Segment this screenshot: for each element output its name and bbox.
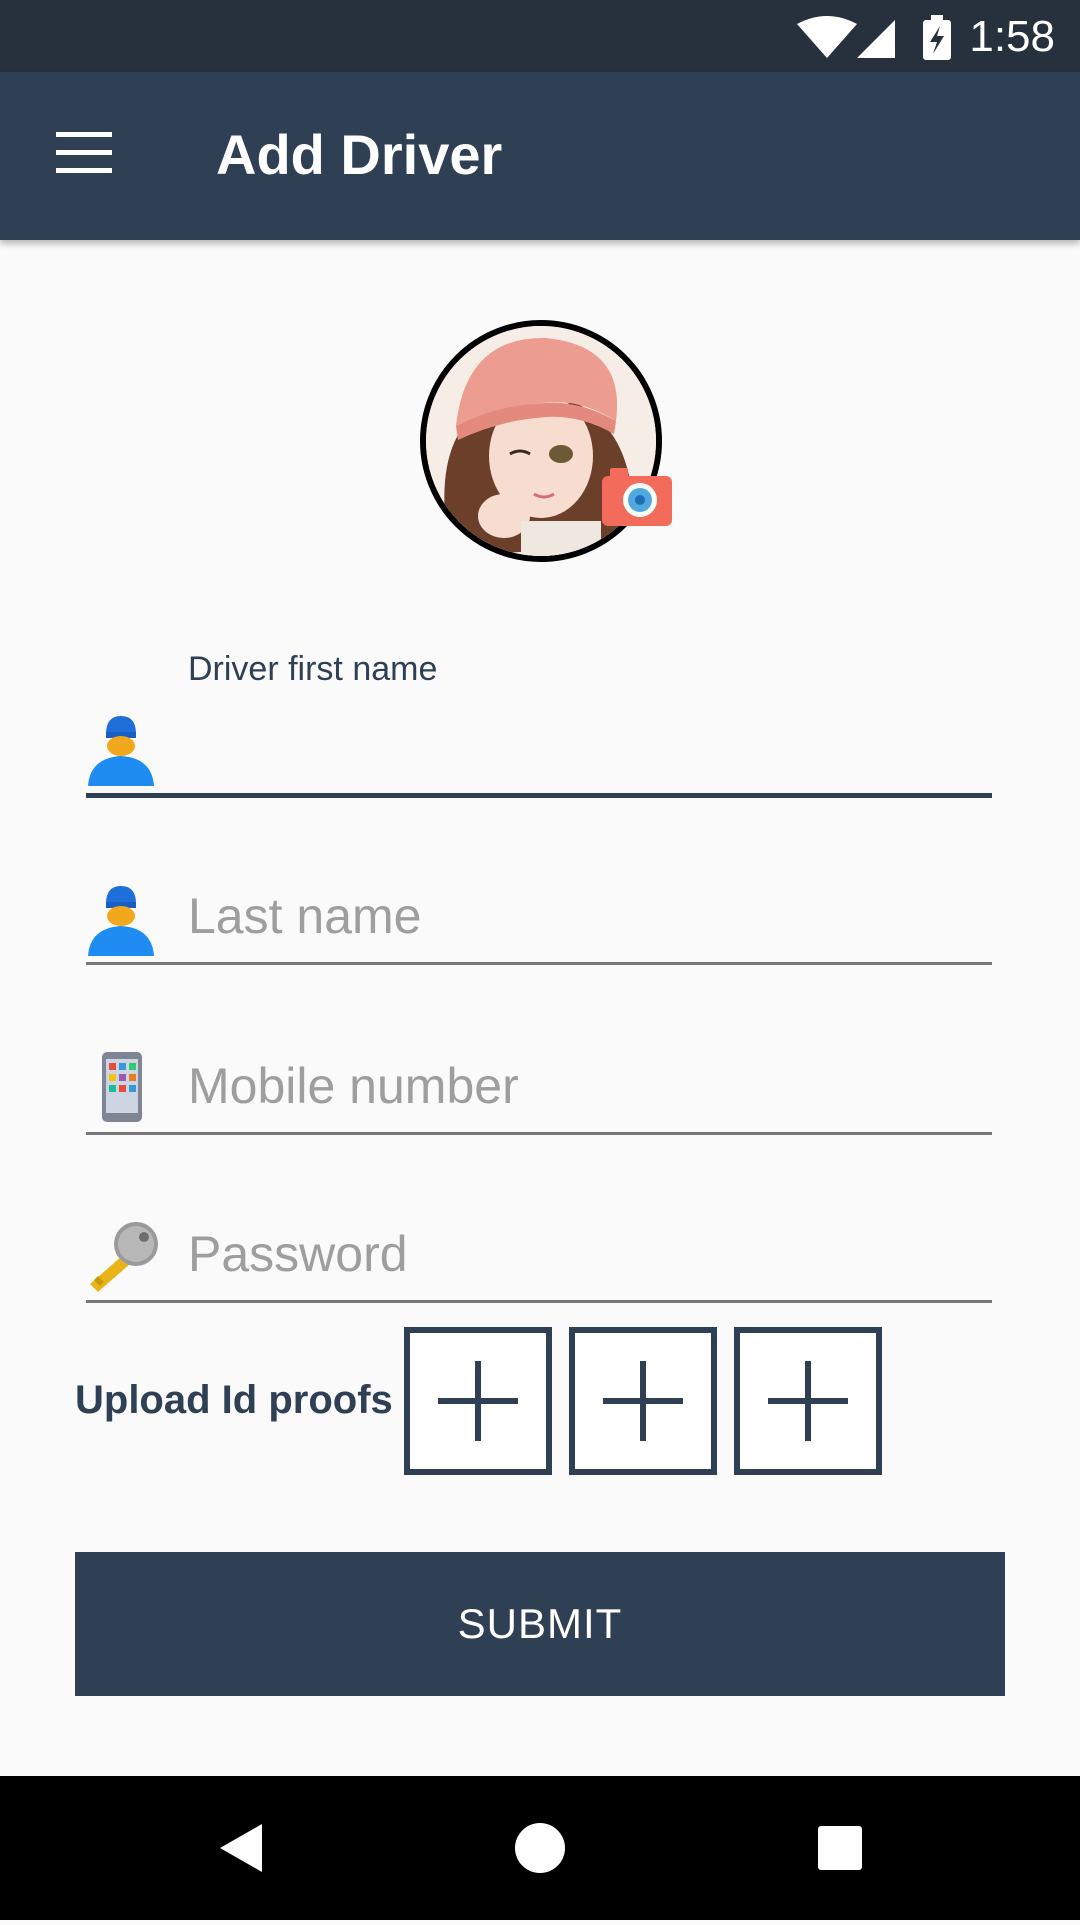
plus-icon [438,1361,518,1441]
last-name-input[interactable] [188,886,978,946]
password-field[interactable] [86,1218,992,1304]
hamburger-menu-icon[interactable] [56,132,112,176]
app-bar: Add Driver [0,72,1080,240]
plus-icon [768,1361,848,1441]
password-input[interactable] [188,1224,978,1284]
system-nav-bar [0,1776,1080,1920]
id-proof-upload-2[interactable] [569,1327,717,1475]
mobile-number-underline [86,1132,992,1135]
submit-button[interactable]: SUBMIT [75,1552,1005,1696]
battery-charging-icon [923,15,951,60]
camera-icon[interactable] [600,462,674,528]
wifi-icon [797,16,857,58]
first-name-input[interactable] [188,718,978,778]
signal-icon [857,20,895,58]
recents-icon[interactable] [770,1776,910,1920]
mobile-number-input[interactable] [188,1056,978,1116]
home-icon[interactable] [470,1776,610,1920]
driver-person-icon [86,882,156,961]
driver-person-icon [86,712,156,791]
first-name-field[interactable]: Driver first name [86,650,992,802]
page-title: Add Driver [216,123,503,186]
plus-icon [603,1361,683,1441]
id-proof-upload-3[interactable] [734,1327,882,1475]
first-name-label: Driver first name [188,650,438,688]
back-icon[interactable] [170,1776,310,1920]
last-name-underline [86,962,992,965]
last-name-field[interactable] [86,880,992,966]
status-icons [795,14,965,65]
first-name-underline [86,793,992,798]
mobile-phone-icon [100,1050,144,1129]
upload-id-proofs-label: Upload Id proofs [75,1378,393,1422]
status-bar: 1:58 [0,0,1080,72]
profile-photo-picker[interactable] [420,320,676,566]
key-icon [86,1220,162,1299]
id-proof-upload-1[interactable] [404,1327,552,1475]
mobile-number-field[interactable] [86,1050,992,1136]
password-underline [86,1300,992,1303]
status-time: 1:58 [969,12,1055,61]
